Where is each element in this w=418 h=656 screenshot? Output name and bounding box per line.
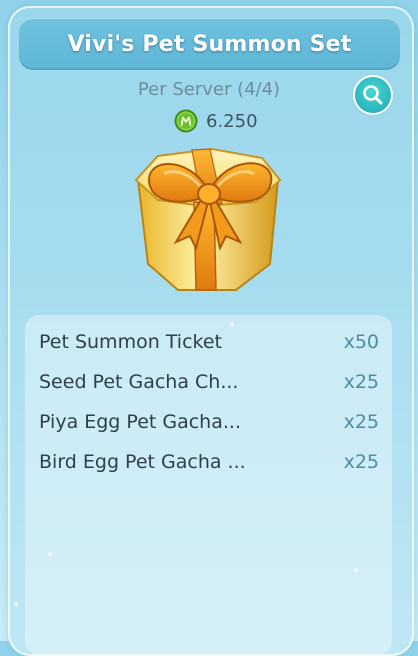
- price: 6.250: [174, 108, 258, 134]
- item-quantity: x25: [343, 371, 379, 393]
- sparkle-icon: ✦: [46, 550, 55, 561]
- m-coin-icon: [174, 109, 198, 133]
- search-button[interactable]: [355, 77, 391, 113]
- gift-box-image: [134, 147, 282, 291]
- list-item: Pet Summon Ticket x50: [25, 327, 392, 357]
- package-title: Vivi's Pet Summon Set: [67, 31, 352, 57]
- item-quantity: x50: [343, 331, 379, 353]
- item-quantity: x25: [343, 451, 379, 473]
- sparkle-icon: ✦: [12, 600, 21, 611]
- title-bar: Vivi's Pet Summon Set: [19, 18, 400, 70]
- item-name: Seed Pet Gacha Ch...: [39, 371, 239, 393]
- list-item: Bird Egg Pet Gacha ... x25: [25, 447, 392, 477]
- list-item: Seed Pet Gacha Ch... x25: [25, 367, 392, 397]
- item-name: Bird Egg Pet Gacha ...: [39, 451, 246, 473]
- list-item: Piya Egg Pet Gacha... x25: [25, 407, 392, 437]
- price-amount: 6.250: [206, 110, 258, 132]
- magnifier-icon: [363, 85, 383, 105]
- item-name: Pet Summon Ticket: [39, 331, 222, 353]
- item-quantity: x25: [343, 411, 379, 433]
- reward-list[interactable]: Pet Summon Ticket x50 Seed Pet Gacha Ch.…: [25, 315, 392, 655]
- item-name: Piya Egg Pet Gacha...: [39, 411, 241, 433]
- sparkle-icon: ✦: [352, 566, 361, 577]
- sparkle-icon: ✦: [228, 320, 237, 331]
